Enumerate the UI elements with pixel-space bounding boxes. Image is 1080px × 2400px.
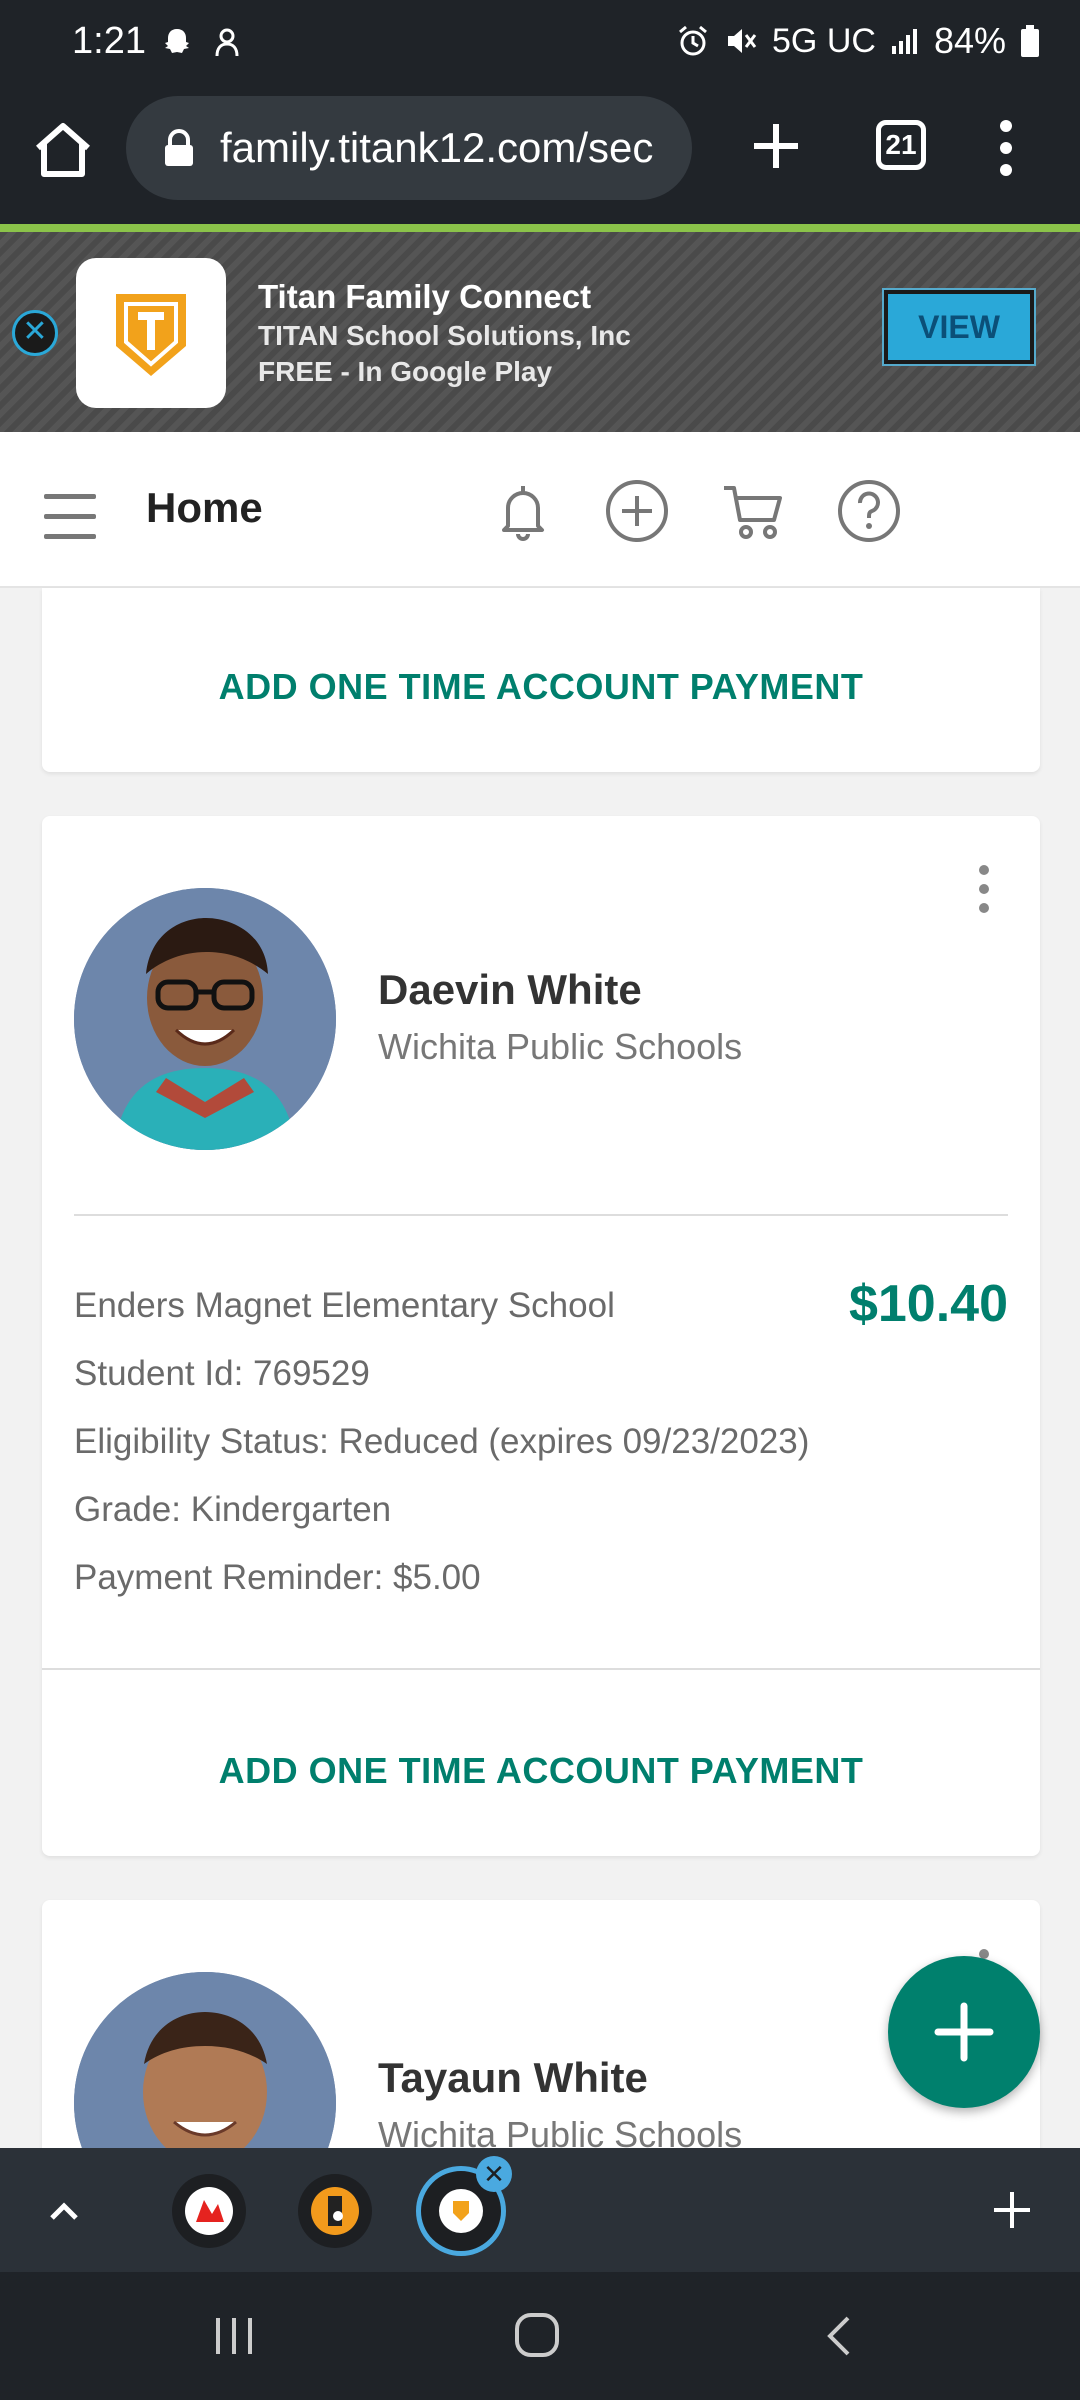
banner-price: FREE - In Google Play: [258, 356, 553, 387]
tab-switcher-button[interactable]: 21: [876, 120, 926, 170]
school-name: Enders Magnet Elementary School: [74, 1286, 615, 1325]
app-favicon-icon: [185, 2187, 233, 2235]
app-header: Home: [0, 432, 1080, 588]
avatar: [74, 888, 336, 1150]
mute-icon: [728, 29, 757, 53]
add-payment-button[interactable]: ADD ONE TIME ACCOUNT PAYMENT: [42, 1750, 1040, 1792]
battery-label: 84%: [933, 20, 1006, 61]
kebab-icon[interactable]: [978, 864, 990, 914]
banner-close-button[interactable]: ✕: [12, 310, 58, 356]
plus-icon: [934, 2002, 994, 2062]
school-district: Wichita Public Schools: [378, 1026, 743, 1067]
cart-icon[interactable]: [720, 478, 786, 544]
tab-favicon-1[interactable]: [172, 2174, 246, 2248]
more-menu-icon[interactable]: [996, 118, 1016, 178]
back-icon[interactable]: [822, 2314, 854, 2358]
url-bar[interactable]: family.titank12.com/sec: [126, 96, 692, 200]
school-district: Wichita Public Schools: [378, 2114, 743, 2148]
divider: [42, 1668, 1040, 1670]
battery-icon: [1021, 25, 1039, 57]
status-right: 5G UC 84%: [676, 20, 1040, 62]
student-photo: [74, 1972, 336, 2148]
banner-publisher: TITAN School Solutions, Inc: [258, 320, 631, 351]
app-notification-icon: [215, 28, 239, 57]
app-favicon-icon: [311, 2187, 359, 2235]
bell-icon[interactable]: [490, 478, 556, 544]
tab-favicon-2[interactable]: [298, 2174, 372, 2248]
snapchat-icon: [165, 29, 189, 53]
student-card: Daevin White Wichita Public Schools Ende…: [42, 816, 1040, 1856]
app-logo: [76, 258, 226, 408]
app-install-banner: ✕ Titan Family Connect TITAN School Solu…: [0, 232, 1080, 432]
signal-icon: [891, 29, 917, 54]
close-tab-icon[interactable]: ✕: [476, 2156, 512, 2192]
student-id: Student Id: 769529: [74, 1354, 370, 1393]
grade: Grade: Kindergarten: [74, 1490, 392, 1529]
url-text: family.titank12.com/sec: [220, 124, 654, 171]
browser-tab-strip: ✕: [0, 2148, 1080, 2272]
status-time: 1:21: [72, 20, 146, 62]
divider: [74, 1214, 1008, 1216]
add-circle-icon[interactable]: [604, 478, 670, 544]
menu-icon[interactable]: [44, 494, 96, 542]
balance-amount: $10.40: [848, 1275, 1008, 1333]
home-nav-icon[interactable]: [514, 2312, 560, 2358]
home-icon[interactable]: [30, 118, 96, 184]
student-name: Daevin White: [378, 966, 642, 1013]
system-nav-bar: [0, 2272, 1080, 2400]
alarm-icon: [679, 25, 707, 56]
plus-icon[interactable]: [990, 2188, 1034, 2232]
student-name: Tayaun White: [378, 2054, 648, 2101]
network-label: 5G UC: [772, 21, 876, 60]
titan-shield-icon: [116, 294, 186, 376]
browser-toolbar: family.titank12.com/sec 21: [0, 88, 1080, 224]
lock-icon: [165, 129, 193, 166]
recent-apps-icon[interactable]: [212, 2316, 256, 2356]
add-fab-button[interactable]: [888, 1956, 1040, 2108]
student-photo: [74, 888, 336, 1150]
notification-icons: [160, 26, 242, 60]
eligibility-status: Eligibility Status: Reduced (expires 09/…: [74, 1422, 810, 1461]
page-title: Home: [146, 484, 263, 531]
chevron-up-icon[interactable]: [44, 2190, 84, 2230]
status-bar: 1:21 5G UC 84%: [0, 0, 1080, 88]
new-tab-icon[interactable]: [746, 116, 806, 176]
avatar: [74, 1972, 336, 2148]
student-card-previous: ADD ONE TIME ACCOUNT PAYMENT: [42, 588, 1040, 772]
payment-reminder: Payment Reminder: $5.00: [74, 1558, 481, 1597]
add-payment-button[interactable]: ADD ONE TIME ACCOUNT PAYMENT: [42, 666, 1040, 708]
page-load-bar: [0, 224, 1080, 232]
banner-view-button[interactable]: VIEW: [882, 288, 1036, 366]
help-icon[interactable]: [836, 478, 902, 544]
banner-app-name: Titan Family Connect: [258, 278, 592, 315]
